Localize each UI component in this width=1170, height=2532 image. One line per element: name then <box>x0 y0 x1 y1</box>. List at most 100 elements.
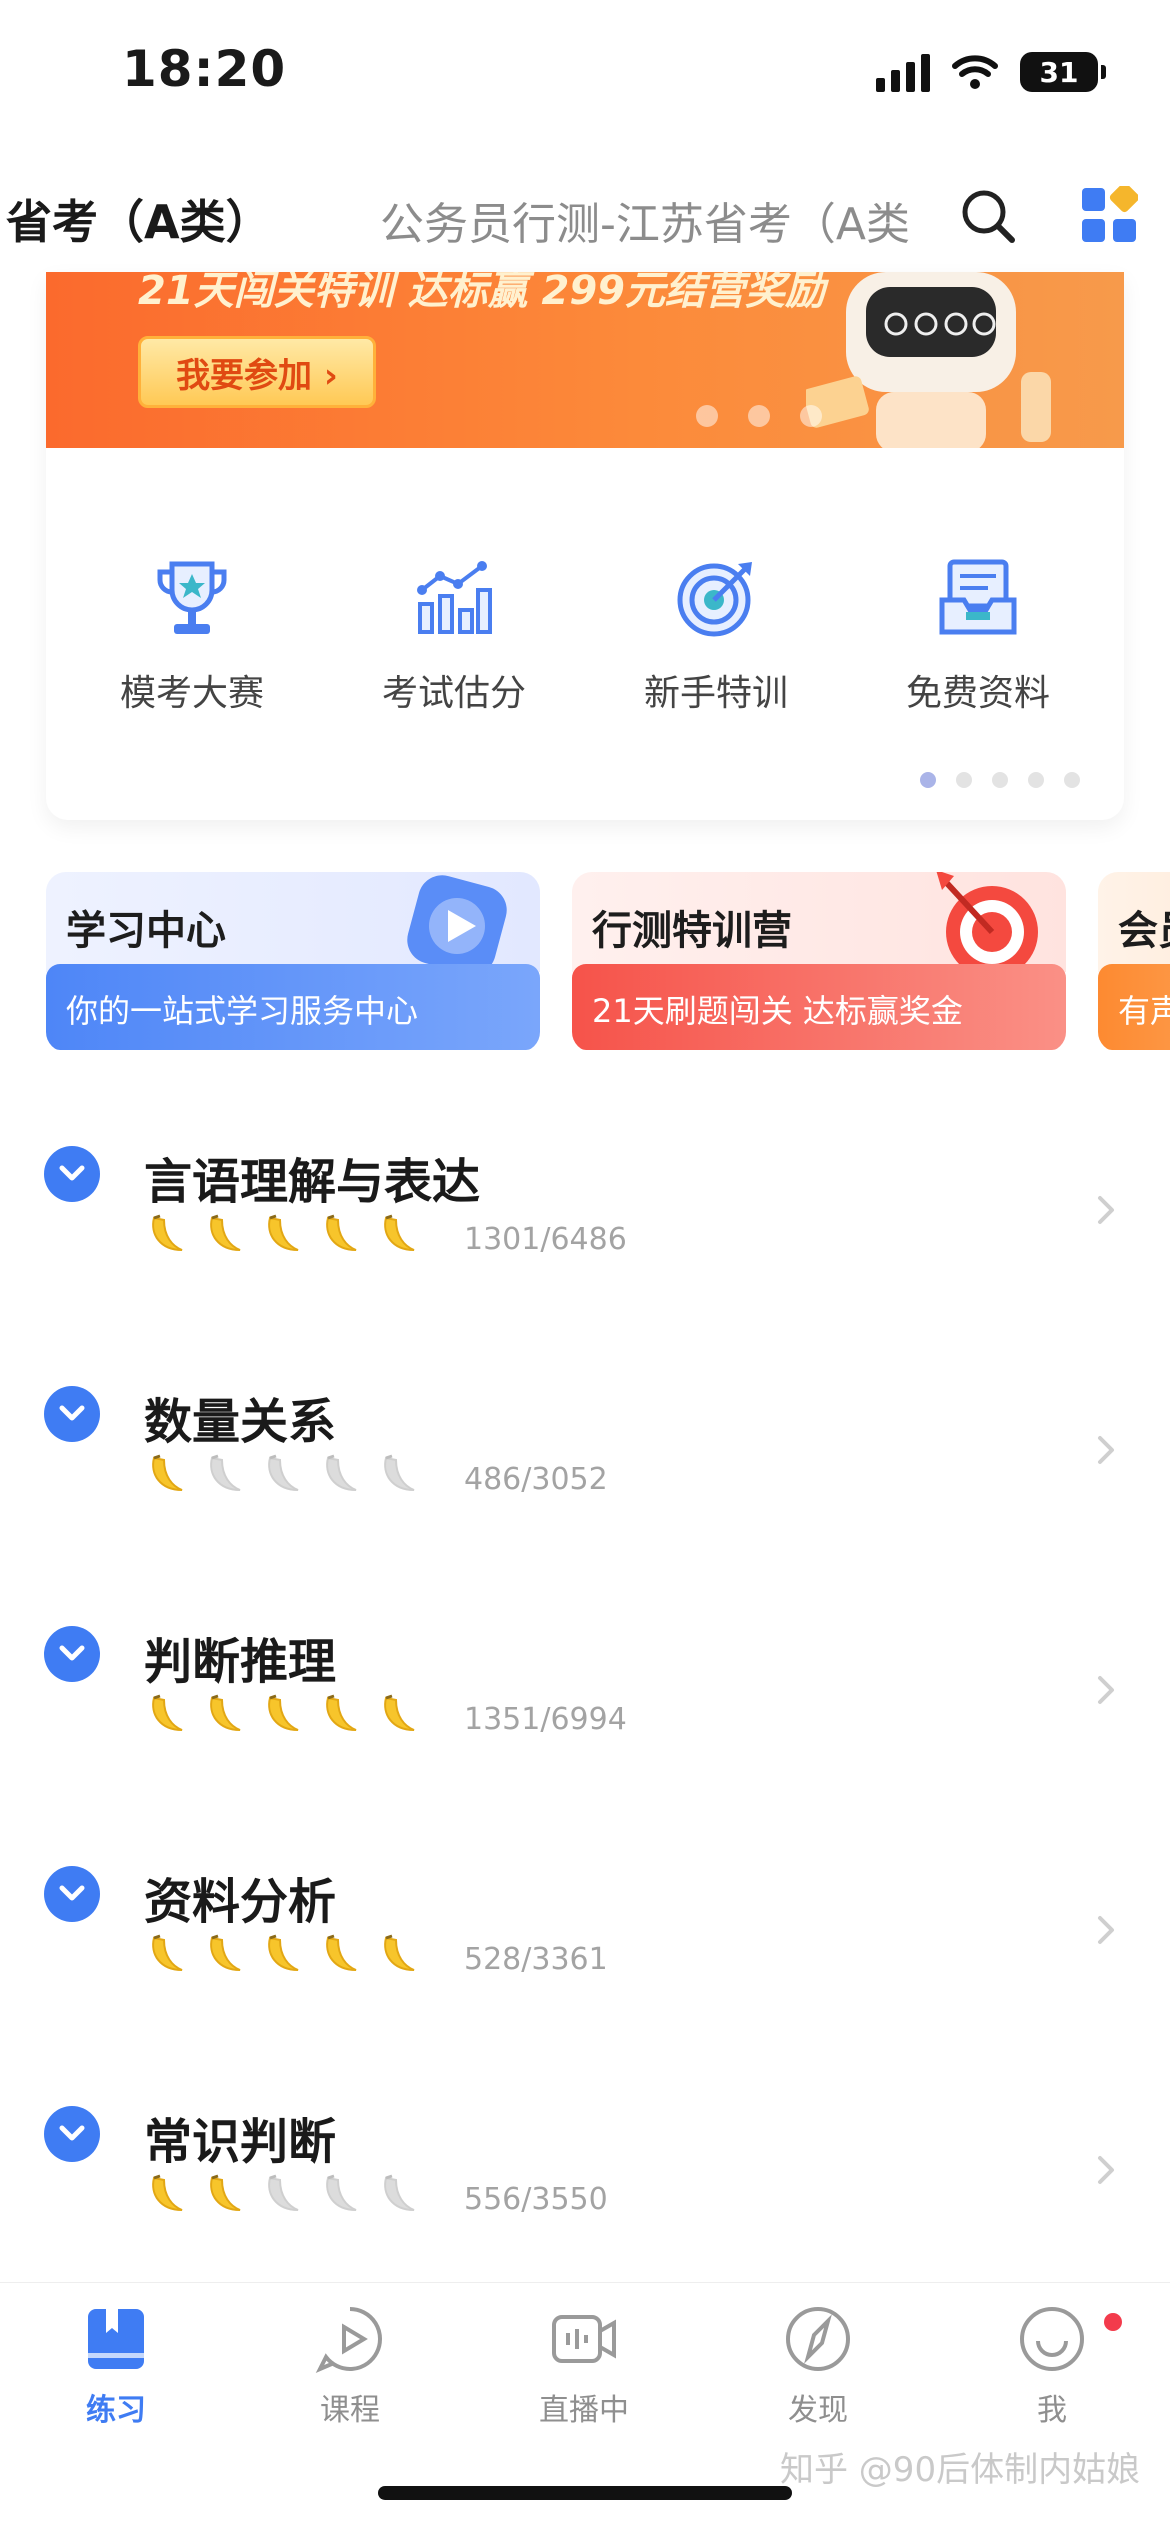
quick-entry-score-estimate[interactable]: 考试估分 <box>323 554 585 716</box>
banana-filled-icon <box>326 1214 357 1251</box>
tab-label: 直播中 <box>539 2393 629 2428</box>
feature-subtitle: 有声 <box>1098 964 1170 1050</box>
tab-label: 练习 <box>86 2393 146 2428</box>
chevron-down-icon <box>59 2125 85 2141</box>
subject-row[interactable]: 资料分析 528/3361 <box>0 1840 1170 2040</box>
play-bubble-icon <box>315 2307 382 2373</box>
expand-toggle-button[interactable] <box>44 1626 100 1682</box>
feature-subtitle: 你的一站式学习服务中心 <box>46 964 540 1050</box>
watermark: 知乎 @90后体制内姑娘 <box>780 2450 1141 2490</box>
quick-entries-page-dots <box>920 772 1080 788</box>
subject-name: 资料分析 <box>144 1874 337 1930</box>
page-title[interactable]: 省考（A类） <box>6 186 272 252</box>
apps-grid-icon[interactable] <box>1080 186 1138 244</box>
feature-cards: 学习中心 你的一站式学习服务中心 行测特训营 21天刷题闯关 达标赢奖金 会员 … <box>46 872 1170 1052</box>
quick-entry-label: 模考大赛 <box>119 673 264 714</box>
chevron-right-icon[interactable] <box>1094 1432 1118 1468</box>
book-icon <box>88 2309 144 2369</box>
promo-card: 21天闯关特训 达标赢 299元结营奖励 我要参加 › 模考大赛 考试估分 新手… <box>46 272 1124 820</box>
quick-entry-label: 考试估分 <box>381 673 526 714</box>
feature-subtitle: 21天刷题闯关 达标赢奖金 <box>572 964 1066 1050</box>
expand-toggle-button[interactable] <box>44 1866 100 1922</box>
subject-progress: 1351/6994 <box>464 1702 627 1737</box>
header: 省考（A类） 公务员行测-江苏省考（A类 <box>0 160 1170 270</box>
subject-level-rating <box>146 1452 422 1496</box>
banana-filled-icon <box>152 2174 183 2211</box>
exam-selector[interactable]: 公务员行测-江苏省考（A类 <box>380 188 935 252</box>
home-indicator[interactable] <box>378 2486 792 2500</box>
banana-filled-icon <box>210 1214 241 1251</box>
promo-banner[interactable]: 21天闯关特训 达标赢 299元结营奖励 我要参加 › <box>46 272 1124 448</box>
tab-label: 我 <box>1037 2393 1067 2428</box>
banana-empty-icon <box>384 1454 415 1491</box>
banana-filled-icon <box>152 1454 183 1491</box>
feature-card-learning-center[interactable]: 学习中心 你的一站式学习服务中心 <box>46 872 540 1052</box>
expand-toggle-button[interactable] <box>44 2106 100 2162</box>
tab-label: 课程 <box>320 2393 380 2428</box>
quick-entry-label: 新手特训 <box>643 673 788 714</box>
tab-live[interactable]: 直播中 <box>514 2303 654 2429</box>
smile-icon <box>1020 2307 1084 2371</box>
banana-empty-icon <box>326 2174 357 2211</box>
banner-headline: 21天闯关特训 达标赢 299元结营奖励 <box>138 272 826 314</box>
search-icon[interactable] <box>958 186 1018 246</box>
subject-name: 常识判断 <box>144 2114 337 2170</box>
banana-empty-icon <box>268 2174 299 2211</box>
quick-entry-beginner-training[interactable]: 新手特训 <box>585 554 847 716</box>
banana-filled-icon <box>152 1694 183 1731</box>
quick-entries: 模考大赛 考试估分 新手特训 免费资料 <box>46 554 1124 716</box>
subject-progress: 486/3052 <box>464 1462 608 1497</box>
cellular-signal-icon <box>876 52 930 92</box>
chevron-right-icon[interactable] <box>1094 1192 1118 1228</box>
quick-entry-label: 免费资料 <box>905 673 1050 714</box>
banana-filled-icon <box>326 1934 357 1971</box>
feature-title: 行测特训营 <box>592 908 792 954</box>
battery-icon: 31 <box>1020 52 1106 92</box>
subject-row[interactable]: 判断推理 1351/6994 <box>0 1600 1170 1800</box>
compass-icon <box>786 2307 850 2371</box>
tab-practice[interactable]: 练习 <box>46 2303 186 2429</box>
subject-level-rating <box>146 1212 422 1256</box>
banana-filled-icon <box>268 1214 299 1251</box>
chevron-right-icon[interactable] <box>1094 1912 1118 1948</box>
feature-title: 会员 <box>1118 908 1170 954</box>
subject-row[interactable]: 常识判断 556/3550 <box>0 2080 1170 2280</box>
robot-mascot-image <box>806 272 1051 448</box>
subject-name: 数量关系 <box>144 1394 337 1450</box>
subject-level-rating <box>146 1692 422 1736</box>
banana-filled-icon <box>268 1934 299 1971</box>
expand-toggle-button[interactable] <box>44 1386 100 1442</box>
quick-entry-mock-exam[interactable]: 模考大赛 <box>61 554 323 716</box>
chevron-down-icon <box>59 1885 85 1901</box>
expand-toggle-button[interactable] <box>44 1146 100 1202</box>
chevron-down-icon <box>59 1405 85 1421</box>
join-button[interactable]: 我要参加 › <box>138 336 376 408</box>
banana-filled-icon <box>384 1694 415 1731</box>
banana-filled-icon <box>210 2174 241 2211</box>
tab-me[interactable]: 我 <box>982 2303 1122 2429</box>
notification-dot <box>1104 2313 1122 2331</box>
tab-courses[interactable]: 课程 <box>280 2303 420 2429</box>
banana-filled-icon <box>152 1214 183 1251</box>
banana-empty-icon <box>326 1454 357 1491</box>
status-bar: 18:20 31 <box>0 0 1170 150</box>
banner-carousel-dots <box>696 405 822 427</box>
subject-level-rating <box>146 2172 422 2216</box>
trophy-icon <box>157 561 227 634</box>
feature-card-membership[interactable]: 会员 有声 <box>1098 872 1170 1052</box>
status-indicators: 31 <box>876 52 1106 92</box>
feature-title: 学习中心 <box>66 908 226 954</box>
feature-card-training-camp[interactable]: 行测特训营 21天刷题闯关 达标赢奖金 <box>572 872 1066 1052</box>
banana-empty-icon <box>384 2174 415 2211</box>
subject-name: 言语理解与表达 <box>144 1154 481 1210</box>
chevron-right-icon[interactable] <box>1094 2152 1118 2188</box>
chevron-right-icon[interactable] <box>1094 1672 1118 1708</box>
banana-empty-icon <box>210 1454 241 1491</box>
tab-discover[interactable]: 发现 <box>748 2303 888 2429</box>
quick-entry-free-materials[interactable]: 免费资料 <box>847 554 1109 716</box>
subject-row[interactable]: 数量关系 486/3052 <box>0 1360 1170 1560</box>
status-time: 18:20 <box>122 40 287 98</box>
banana-filled-icon <box>210 1694 241 1731</box>
subject-row[interactable]: 言语理解与表达 1301/6486 <box>0 1120 1170 1320</box>
bar-chart-icon <box>417 561 492 634</box>
